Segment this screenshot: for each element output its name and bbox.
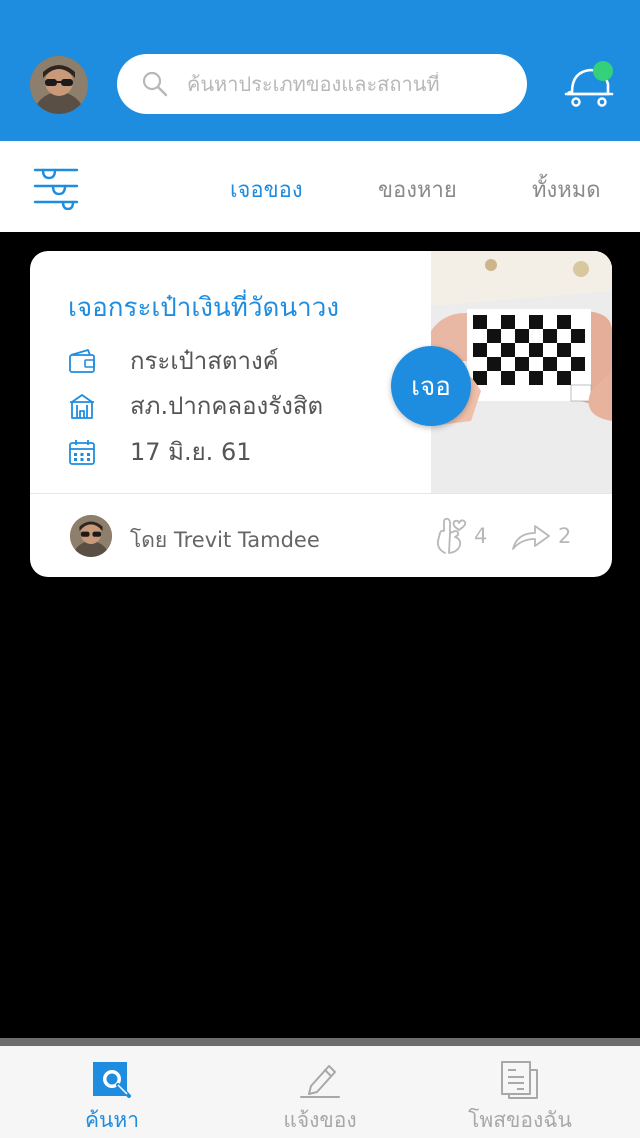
nav-report[interactable]: แจ้งของ: [255, 1046, 385, 1138]
nav-report-label: แจ้งของ: [283, 1108, 357, 1132]
tab-all[interactable]: ทั้งหมด: [532, 172, 601, 207]
category-row: กระเป๋าสตางค์: [68, 341, 279, 380]
card-divider: [30, 493, 612, 494]
share-count: 2: [558, 524, 572, 548]
like-hand-icon[interactable]: [433, 515, 469, 555]
location-row: สภ.ปากคลองรังสิต: [68, 386, 323, 425]
app-screen: เจอของ ของหาย ทั้งหมด: [0, 0, 640, 1138]
found-badge: เจอ: [391, 346, 471, 426]
card-title: เจอกระเป๋าเงินที่วัดนาวง: [68, 293, 340, 323]
nav-search[interactable]: ค้นหา: [60, 1046, 164, 1138]
author-name[interactable]: โดย Trevit Tamdee: [130, 524, 320, 557]
nav-search-label: ค้นหา: [84, 1108, 140, 1132]
date-row: 17 มิ.ย. 61: [68, 432, 251, 471]
found-item-card[interactable]: เจอกระเป๋าเงินที่วัดนาวง กระเป๋าสตางค์ ส…: [30, 251, 612, 577]
author-avatar[interactable]: [70, 515, 112, 557]
nav-my-posts-label: โพสของฉัน: [468, 1108, 572, 1132]
search-icon: [142, 71, 168, 97]
search-tab-icon: [93, 1062, 131, 1098]
calendar-icon: [69, 439, 95, 465]
filter-sliders-icon[interactable]: [33, 162, 79, 210]
tab-lost[interactable]: ของหาย: [378, 172, 457, 207]
location-text: สภ.ปากคลองรังสิต: [130, 392, 324, 420]
wallet-icon: [69, 348, 95, 373]
category-text: กระเป๋าสตางค์: [130, 347, 279, 375]
profile-avatar[interactable]: [30, 56, 88, 114]
like-count: 4: [474, 524, 488, 548]
share-arrow-icon[interactable]: [511, 519, 551, 551]
pencil-icon: [300, 1065, 340, 1098]
search-input[interactable]: [187, 72, 487, 96]
building-icon: [70, 393, 94, 419]
tab-found[interactable]: เจอของ: [230, 172, 303, 207]
nav-my-posts[interactable]: โพสของฉัน: [450, 1046, 590, 1138]
bottom-separator: [0, 1038, 640, 1046]
document-icon: [501, 1061, 538, 1099]
date-text: 17 มิ.ย. 61: [130, 438, 252, 466]
notification-dot: [593, 61, 613, 81]
search-box[interactable]: [117, 54, 527, 114]
